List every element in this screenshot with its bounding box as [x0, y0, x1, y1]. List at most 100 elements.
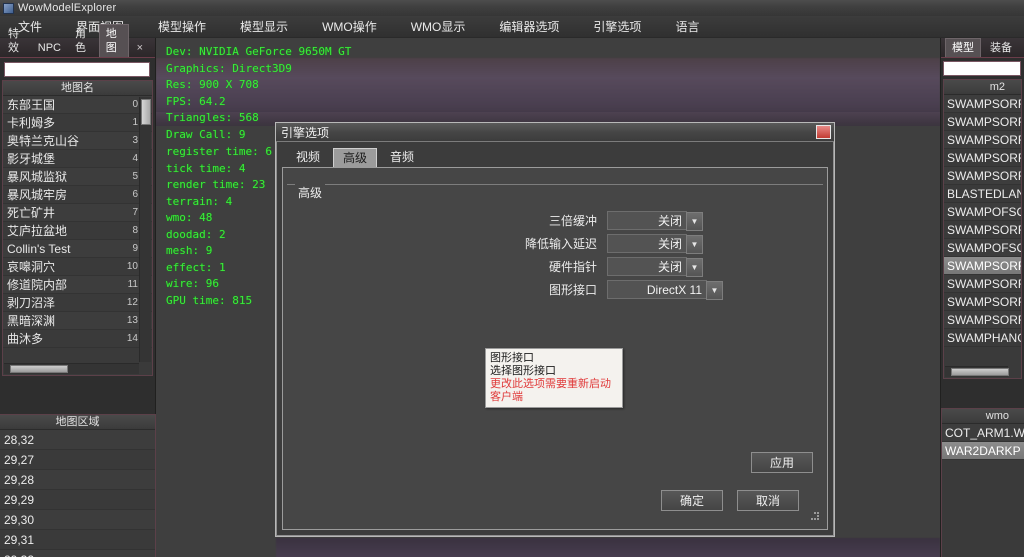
left-tab-0[interactable]: 特效: [2, 25, 30, 57]
list-item[interactable]: SWAMPSORR: [944, 257, 1021, 275]
list-item[interactable]: SWAMPSORR: [944, 167, 1021, 185]
close-icon[interactable]: [816, 125, 831, 139]
list-item[interactable]: 影牙城堡 4: [3, 149, 152, 168]
left-tabs-close-icon[interactable]: ×: [131, 39, 149, 57]
map-name: 哀嗥洞穴: [7, 259, 56, 274]
list-item[interactable]: 29,27: [0, 450, 155, 470]
list-item[interactable]: SWAMPSORR: [944, 95, 1021, 113]
cancel-button[interactable]: 取消: [737, 490, 799, 511]
ok-button[interactable]: 确定: [661, 490, 723, 511]
map-list-vscrollbar[interactable]: [139, 96, 151, 362]
list-item[interactable]: 剥刀沼泽 12: [3, 293, 152, 312]
list-item[interactable]: Collin's Test 9: [3, 239, 152, 258]
list-item[interactable]: SWAMPSORR: [944, 149, 1021, 167]
map-index: 9: [132, 242, 138, 254]
resize-grip-icon[interactable]: [809, 512, 819, 522]
list-item[interactable]: 东部王国 0: [3, 95, 152, 114]
map-area-rows[interactable]: 28,3229,2729,2829,2929,3029,3129,3234,17…: [0, 430, 155, 557]
list-item[interactable]: 29,29: [0, 490, 155, 510]
menu-item-3[interactable]: 模型显示: [230, 15, 298, 38]
list-item[interactable]: 暴风城监狱 5: [3, 167, 152, 186]
list-item[interactable]: SWAMPSORR: [944, 311, 1021, 329]
form-select-0[interactable]: 关闭 ▼: [607, 211, 703, 231]
chevron-down-icon[interactable]: ▼: [706, 281, 723, 300]
map-list-hscrollbar[interactable]: [4, 362, 139, 374]
map-name: 艾庐拉盆地: [7, 223, 68, 238]
list-item[interactable]: SWAMPSORR: [944, 293, 1021, 311]
form-select-value-2: 关闭: [657, 260, 682, 274]
left-tab-2[interactable]: 角色: [69, 25, 97, 57]
map-list-vscroll-thumb[interactable]: [141, 98, 151, 125]
tooltip-title: 图形接口: [490, 352, 534, 364]
menu-item-7[interactable]: 引擎选项: [583, 15, 651, 38]
list-item[interactable]: SWAMPSORR: [944, 113, 1021, 131]
form-select-2[interactable]: 关闭 ▼: [607, 257, 703, 277]
dialog-titlebar[interactable]: 引擎选项: [276, 123, 834, 142]
list-item[interactable]: 修道院内部 11: [3, 275, 152, 294]
dialog-tab-1[interactable]: 高级: [333, 148, 378, 167]
m2-list-hscrollbar[interactable]: [945, 366, 1009, 377]
form-select-1[interactable]: 关闭 ▼: [607, 234, 703, 254]
form-row-3: 图形接口 DirectX 11 ▼: [287, 280, 823, 300]
model-search-input[interactable]: [943, 61, 1021, 76]
list-item[interactable]: 28,32: [0, 430, 155, 450]
list-item[interactable]: 艾庐拉盆地 8: [3, 221, 152, 240]
tooltip-warning: 更改此选项需要重新启动客户端: [490, 378, 611, 403]
right-tab-1[interactable]: 装备: [984, 39, 1018, 57]
list-item[interactable]: SWAMPOFSO: [944, 203, 1021, 221]
list-item[interactable]: 奥特兰克山谷 3: [3, 131, 152, 150]
right-tab-0[interactable]: 模型: [945, 38, 981, 57]
map-list-hscroll-thumb[interactable]: [10, 364, 68, 373]
chevron-down-icon[interactable]: ▼: [686, 258, 703, 277]
list-item[interactable]: BLASTEDLAND: [944, 185, 1021, 203]
list-item[interactable]: 29,28: [0, 470, 155, 490]
wmo-list[interactable]: wmo COT_ARM1.W WAR2DARKP: [941, 408, 1024, 557]
list-item[interactable]: SWAMPSORR: [944, 275, 1021, 293]
menu-item-2[interactable]: 模型操作: [148, 15, 216, 38]
menu-item-6[interactable]: 编辑器选项: [489, 15, 569, 38]
list-item[interactable]: 暴风城牢房 6: [3, 185, 152, 204]
map-index: 10: [126, 260, 138, 272]
list-item[interactable]: 29,30: [0, 510, 155, 530]
chevron-down-icon[interactable]: ▼: [686, 235, 703, 254]
form-label-1: 降低输入延迟: [524, 237, 597, 251]
engine-options-dialog[interactable]: 引擎选项 视频 高级 音频 高级 三倍缓冲 关闭 ▼ 降低输入延迟 关闭 ▼ 硬件指针 关闭 ▼ 图形…: [275, 122, 835, 537]
list-item[interactable]: 曲沐多 14: [3, 329, 152, 348]
wmo-list-rows[interactable]: COT_ARM1.W WAR2DARKP: [942, 424, 1024, 460]
list-item[interactable]: 哀嗥洞穴 10: [3, 257, 152, 276]
list-item[interactable]: SWAMPOFSO: [944, 239, 1021, 257]
map-index: 1: [132, 116, 138, 128]
list-item[interactable]: SWAMPSORR: [944, 221, 1021, 239]
m2-list-header: m2: [944, 80, 1021, 95]
list-item[interactable]: SWAMPSORR: [944, 131, 1021, 149]
map-search-input[interactable]: [4, 61, 150, 77]
list-item[interactable]: COT_ARM1.W: [942, 424, 1024, 442]
list-item[interactable]: 黑暗深渊 13: [3, 311, 152, 330]
menu-item-5[interactable]: WMO显示: [401, 15, 476, 38]
map-list-rows[interactable]: 东部王国 0 卡利姆多 1 奥特兰克山谷 3 影牙城堡 4 暴风城监狱 5 暴风城牢房 6 死亡矿井 7 艾…: [3, 95, 152, 358]
chevron-down-icon[interactable]: ▼: [686, 212, 703, 231]
m2-list-hscroll-thumb[interactable]: [951, 368, 1009, 376]
apply-button[interactable]: 应用: [751, 452, 813, 473]
dialog-body: 视频 高级 音频 高级 三倍缓冲 关闭 ▼ 降低输入延迟 关闭 ▼ 硬件指针 关闭 ▼ 图形接口 Dir…: [282, 148, 828, 530]
list-item[interactable]: 29,31: [0, 530, 155, 550]
left-tab-3[interactable]: 地图: [98, 24, 129, 57]
dialog-tab-0[interactable]: 视频: [286, 147, 330, 167]
form-select-3[interactable]: DirectX 11 ▼: [607, 280, 723, 300]
list-item[interactable]: 29,32: [0, 550, 155, 557]
menu-item-8[interactable]: 语言: [665, 15, 709, 38]
m2-list-rows[interactable]: SWAMPSORR SWAMPSORR SWAMPSORR SWAMPSORR SWAM…: [944, 95, 1021, 347]
list-item[interactable]: 死亡矿井 7: [3, 203, 152, 222]
m2-list[interactable]: m2 SWAMPSORR SWAMPSORR SWAMPSORR SWAMPSORR S…: [943, 79, 1022, 379]
map-index: 13: [126, 314, 138, 326]
map-area-list[interactable]: 地图区域 28,3229,2729,2829,2929,3029,3129,32…: [0, 414, 156, 557]
dialog-tab-2[interactable]: 音频: [380, 147, 424, 167]
menu-item-4[interactable]: WMO操作: [312, 15, 387, 38]
list-item[interactable]: SWAMPHANG: [944, 329, 1021, 347]
tooltip-desc: 选择图形接口: [490, 365, 556, 377]
left-tab-1[interactable]: NPC: [32, 39, 67, 57]
list-item[interactable]: 卡利姆多 1: [3, 113, 152, 132]
map-list[interactable]: 地图名 东部王国 0 卡利姆多 1 奥特兰克山谷 3 影牙城堡 4 暴风城监狱 5 暴风城牢房 6 死亡…: [2, 79, 153, 376]
map-name: 卡利姆多: [7, 115, 56, 130]
list-item[interactable]: WAR2DARKP: [942, 442, 1024, 460]
